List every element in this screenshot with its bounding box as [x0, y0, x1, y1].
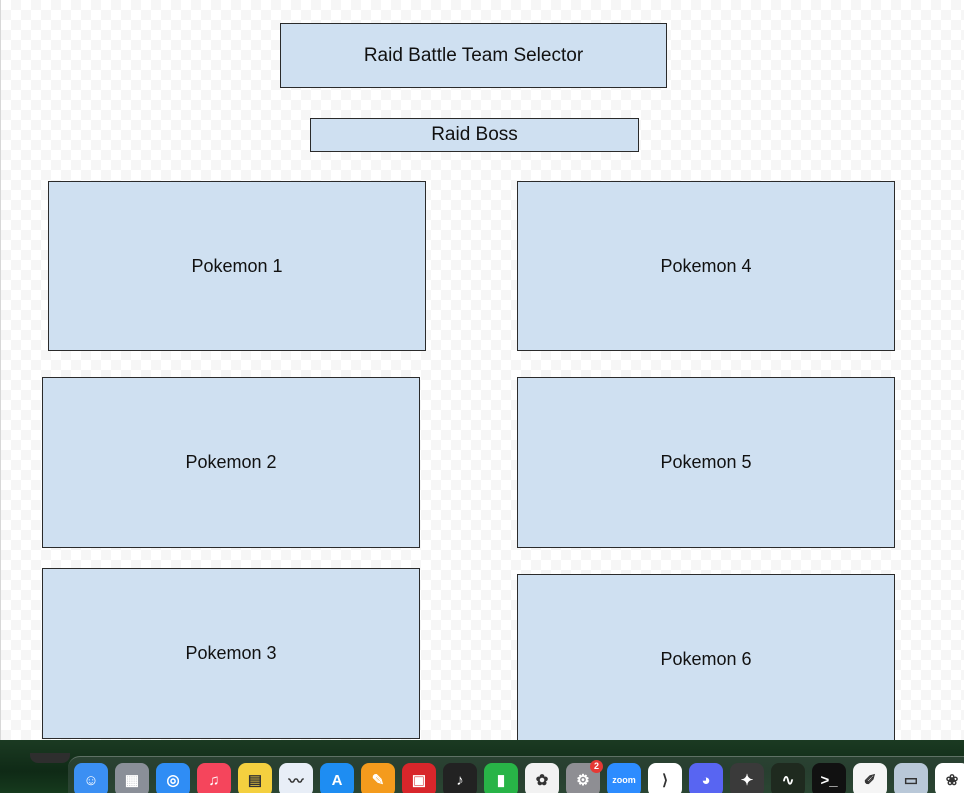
- photos-icon-glyph: ❀: [945, 772, 959, 789]
- preview-icon[interactable]: ▭: [894, 763, 928, 793]
- pokemon-slot-6: Pokemon 6: [517, 574, 895, 744]
- photo-booth-icon[interactable]: ▣: [402, 763, 436, 793]
- textedit-icon[interactable]: ✐: [853, 763, 887, 793]
- pokemon-label: Pokemon 4: [660, 255, 752, 276]
- photos-icon[interactable]: ❀: [935, 763, 964, 793]
- activity-monitor-icon[interactable]: ∿: [771, 763, 805, 793]
- freeform-icon[interactable]: 〰: [279, 763, 313, 793]
- finder-icon-glyph: ☺: [83, 771, 99, 789]
- finder-icon[interactable]: ☺: [74, 763, 108, 793]
- zoom-icon-glyph: zoom: [612, 775, 636, 785]
- pages-icon[interactable]: ✎: [361, 763, 395, 793]
- title-box: Raid Battle Team Selector: [280, 23, 667, 88]
- launchpad-icon-glyph: ▦: [124, 772, 140, 789]
- raid-boss-label: Raid Boss: [431, 124, 518, 145]
- activity-monitor-icon-glyph: ∿: [781, 772, 795, 789]
- system-settings-icon[interactable]: ⚙ 2: [566, 760, 603, 793]
- pages-icon-glyph: ✎: [371, 772, 385, 789]
- discord-icon-glyph: ◕: [701, 771, 711, 789]
- pokemon-slot-2: Pokemon 2: [42, 377, 420, 548]
- dock-edge: [30, 753, 70, 763]
- vscode-icon[interactable]: ⟩: [648, 763, 682, 793]
- music-icon-glyph: ♫: [208, 771, 220, 789]
- numbers-icon-glyph: ▮: [496, 772, 506, 789]
- vscode-icon-glyph: ⟩: [662, 772, 668, 789]
- chatgpt-icon[interactable]: ✿: [525, 763, 559, 793]
- numbers-icon[interactable]: ▮: [484, 763, 518, 793]
- pokemon-slot-5: Pokemon 5: [517, 377, 895, 548]
- terminal-icon[interactable]: >_: [812, 763, 846, 793]
- zoom-icon[interactable]: zoom: [607, 763, 641, 793]
- system-settings-icon-glyph: ⚙: [576, 772, 590, 789]
- pokemon-label: Pokemon 6: [660, 648, 752, 669]
- pokemon-label: Pokemon 3: [185, 643, 277, 663]
- diagram-canvas: Raid Battle Team Selector Raid Boss Poke…: [0, 0, 964, 744]
- chatgpt-icon-glyph: ✿: [535, 772, 549, 789]
- launchpad-icon[interactable]: ▦: [115, 763, 149, 793]
- compass-icon[interactable]: ✦: [730, 763, 764, 793]
- pokemon-slot-3: Pokemon 3: [42, 568, 420, 739]
- notification-badge: 2: [590, 760, 603, 773]
- garageband-icon[interactable]: ♪: [443, 763, 477, 793]
- pokemon-slot-4: Pokemon 4: [517, 181, 895, 351]
- textedit-icon-glyph: ✐: [863, 772, 877, 789]
- music-icon[interactable]: ♫: [197, 763, 231, 793]
- terminal-icon-glyph: >_: [820, 771, 838, 789]
- photo-booth-icon-glyph: ▣: [411, 772, 427, 789]
- pokemon-label: Pokemon 2: [185, 452, 277, 472]
- pokemon-label: Pokemon 1: [191, 255, 283, 276]
- notes-icon-glyph: ▤: [247, 772, 263, 789]
- notes-icon[interactable]: ▤: [238, 763, 272, 793]
- pokemon-slot-1: Pokemon 1: [48, 181, 426, 351]
- title-label: Raid Battle Team Selector: [363, 44, 584, 66]
- app-store-icon[interactable]: A: [320, 763, 354, 793]
- safari-icon-glyph: ◎: [166, 772, 180, 789]
- raid-boss-box: Raid Boss: [310, 118, 639, 152]
- freeform-icon-glyph: 〰: [288, 772, 304, 790]
- safari-icon[interactable]: ◎: [156, 763, 190, 793]
- compass-icon-glyph: ✦: [740, 772, 754, 789]
- dock-icons: ☺ ▦ ◎ ♫ ▤ 〰 A ✎ ▣ ♪ ▮ ✿ ⚙ 2 zoom ⟩ ◕ ✦ ∿ >_ ✐ ▭ ❀: [74, 760, 964, 793]
- app-store-icon-glyph: A: [331, 771, 343, 789]
- garageband-icon-glyph: ♪: [456, 771, 464, 789]
- discord-icon[interactable]: ◕: [689, 763, 723, 793]
- pokemon-label: Pokemon 5: [660, 452, 752, 472]
- preview-icon-glyph: ▭: [903, 772, 919, 789]
